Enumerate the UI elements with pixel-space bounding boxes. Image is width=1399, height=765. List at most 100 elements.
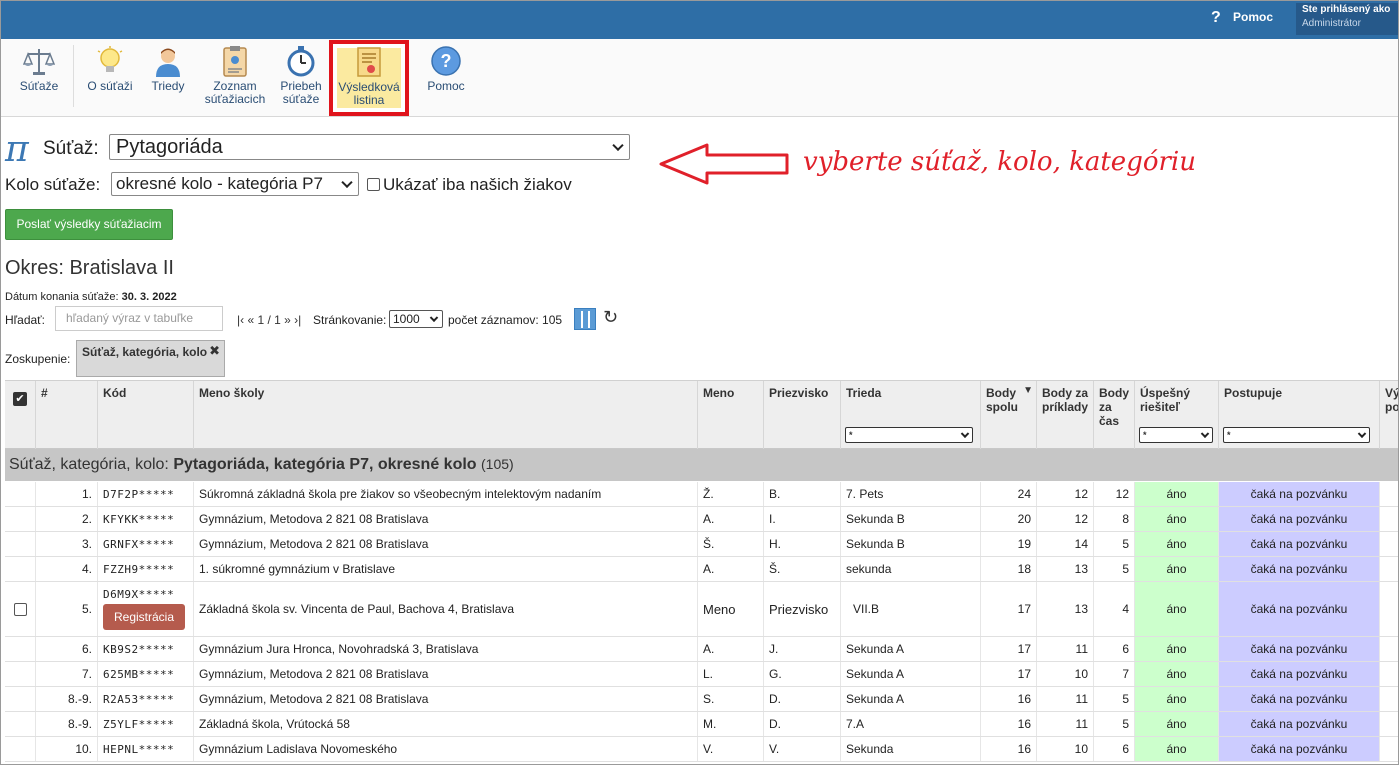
cell-spolu: 16 [981,737,1037,761]
postupuje-filter-select[interactable]: * [1223,427,1370,443]
registration-button[interactable]: Registrácia [103,604,186,630]
select-all-checkbox[interactable]: ✔ [13,392,27,406]
header-priezvisko[interactable]: Priezvisko [764,381,841,449]
header-label: príklady [1042,400,1089,414]
table-row[interactable]: 4. FZZH9***** 1. súkromné gymnázium v Brat… [5,557,1398,582]
columns-icon[interactable] [574,308,596,330]
header-meno[interactable]: Meno [698,381,764,449]
header-kod[interactable]: Kód [98,381,194,449]
toolbar-label: Pomoc [427,79,465,93]
header-num[interactable]: # [36,381,98,449]
cell-spolu: 18 [981,557,1037,581]
cell-uspesny: áno [1135,582,1219,636]
cell-vy [1380,637,1398,661]
cell-priezvisko: G. [764,662,841,686]
cell-vy [1380,687,1398,711]
toolbar-triedy[interactable]: Triedy [147,45,189,93]
annotation-arrow-icon [659,143,789,185]
stopwatch-icon [287,46,315,77]
cell-priezvisko: D. [764,712,841,736]
person-icon [156,48,180,77]
header-label: Úspešný [1140,386,1191,400]
header-postupuje[interactable]: Postupuje * [1219,381,1380,449]
cell-skola: Základná škola, Vrútocká 58 [194,712,698,736]
row-select-cell [5,507,36,531]
table-row[interactable]: 7. 625MB***** Gymnázium, Metodova 2 821 08… [5,662,1398,687]
uspesny-filter-select[interactable]: * [1139,427,1213,443]
toolbar-vysledkova-listina[interactable]: Výsledková listina [335,46,403,107]
grouping-label: Zoskupenie: [5,352,71,366]
header-trieda[interactable]: Trieda * [841,381,981,449]
header-vy[interactable]: Vý po [1380,381,1398,449]
main-toolbar: Súťaže O súťaži Triedy Zoznam súťažiacic… [1,39,1398,117]
cell-meno: Š. [698,532,764,556]
cell-priezvisko: I. [764,507,841,531]
table-row[interactable]: 3. GRNFX***** Gymnázium, Metodova 2 821 08… [5,532,1398,557]
table-row[interactable]: 10. HEPNL***** Gymnázium Ladislava Novomes… [5,737,1398,762]
toolbar-divider [73,45,74,107]
table-row[interactable]: 5. D6M9X***** Registrácia Základná škola sv… [5,582,1398,637]
grouping-chip-label: Súťaž, kategória, kolo [82,345,208,359]
cell-postupuje: čaká na pozvánku [1219,582,1380,636]
table-row[interactable]: 8.-9. Z5YLF***** Základná škola, Vrútocká … [5,712,1398,737]
refresh-icon[interactable]: ↻ [603,307,618,328]
toolbar-o-sutazi[interactable]: O súťaži [85,45,135,93]
cell-postupuje: čaká na pozvánku [1219,637,1380,661]
cell-priezvisko: V. [764,737,841,761]
header-body-cas[interactable]: Body za čas [1094,381,1135,449]
toolbar-priebeh-sutaze[interactable]: Priebeh súťaže [277,45,325,106]
table-row[interactable]: 8.-9. R2A53***** Gymnázium, Metodova 2 821… [5,687,1398,712]
cell-trieda: Sekunda A [841,662,981,686]
sutaz-label: Súťaž: [43,138,99,159]
header-uspesny[interactable]: Úspešný riešiteľ * [1135,381,1219,449]
help-question-icon[interactable]: ? [1211,9,1221,27]
chevron-down-icon [960,429,970,439]
toolbar-sutaze[interactable]: Súťaže [15,45,63,93]
cell-spolu: 24 [981,482,1037,506]
header-body-priklady[interactable]: Body za príklady [1037,381,1094,449]
only-ours-checkbox[interactable] [367,178,380,191]
pager-controls[interactable]: |‹ « 1 / 1 » ›| [237,313,301,327]
table-row[interactable]: 6. KB9S2***** Gymnázium Jura Hronca, Novoh… [5,637,1398,662]
filter-value: * [849,430,853,440]
row-select-cell [5,482,36,506]
chevron-down-icon [341,176,353,189]
toolbar-vysledkova-listina-highlight[interactable]: Výsledková listina [329,40,409,116]
user-info[interactable]: Ste prihlásený ako Administrátor [1296,3,1398,35]
grouping-chip[interactable]: Súťaž, kategória, kolo ✖ [76,340,225,377]
cell-priklady: 10 [1037,737,1094,761]
svg-text:?: ? [441,51,452,71]
page-size-label: Stránkovanie: [313,313,387,327]
record-count: počet záznamov: 105 [448,313,563,327]
row-checkbox[interactable] [13,602,27,616]
cell-uspesny: áno [1135,482,1219,506]
toolbar-label: Triedy [151,79,185,93]
sutaz-select[interactable]: Pytagoriáda [109,134,630,160]
cell-uspesny: áno [1135,532,1219,556]
page-size-select[interactable]: 1000 [389,310,443,328]
cell-num: 8.-9. [36,712,98,736]
toolbar-pomoc[interactable]: ? Pomoc [423,45,469,93]
header-skola[interactable]: Meno školy [194,381,698,449]
cell-cas: 12 [1094,482,1135,506]
pi-icon: π [5,129,29,170]
cell-vy [1380,532,1398,556]
header-select-all[interactable]: ✔ [5,381,36,449]
send-results-button[interactable]: Poslať výsledky súťažiacim [5,209,173,240]
cell-meno: A. [698,507,764,531]
only-ours-label[interactable]: Ukázať iba našich žiakov [383,175,572,195]
search-input[interactable]: hľadaný výraz v tabuľke [55,306,223,331]
cell-meno: A. [698,637,764,661]
help-link[interactable]: Pomoc [1233,10,1273,24]
toolbar-zoznam-sutaziacich[interactable]: Zoznam súťažiacich [201,45,269,106]
cell-skola: Gymnázium Jura Hronca, Novohradská 3, Br… [194,637,698,661]
table-row[interactable]: 2. KFYKK***** Gymnázium, Metodova 2 821 08… [5,507,1398,532]
cell-priklady: 12 [1037,507,1094,531]
kolo-select[interactable]: okresné kolo - kategória P7 [111,172,359,196]
header-body-spolu[interactable]: Body spolu ▼ [981,381,1037,449]
cell-skola: Súkromná základná škola pre žiakov so vš… [194,482,698,506]
close-icon[interactable]: ✖ [209,343,220,359]
table-row[interactable]: 1. D7F2P***** Súkromná základná škola pre … [5,482,1398,507]
trieda-filter-select[interactable]: * [845,427,973,443]
cell-kod: 625MB***** [98,662,194,686]
